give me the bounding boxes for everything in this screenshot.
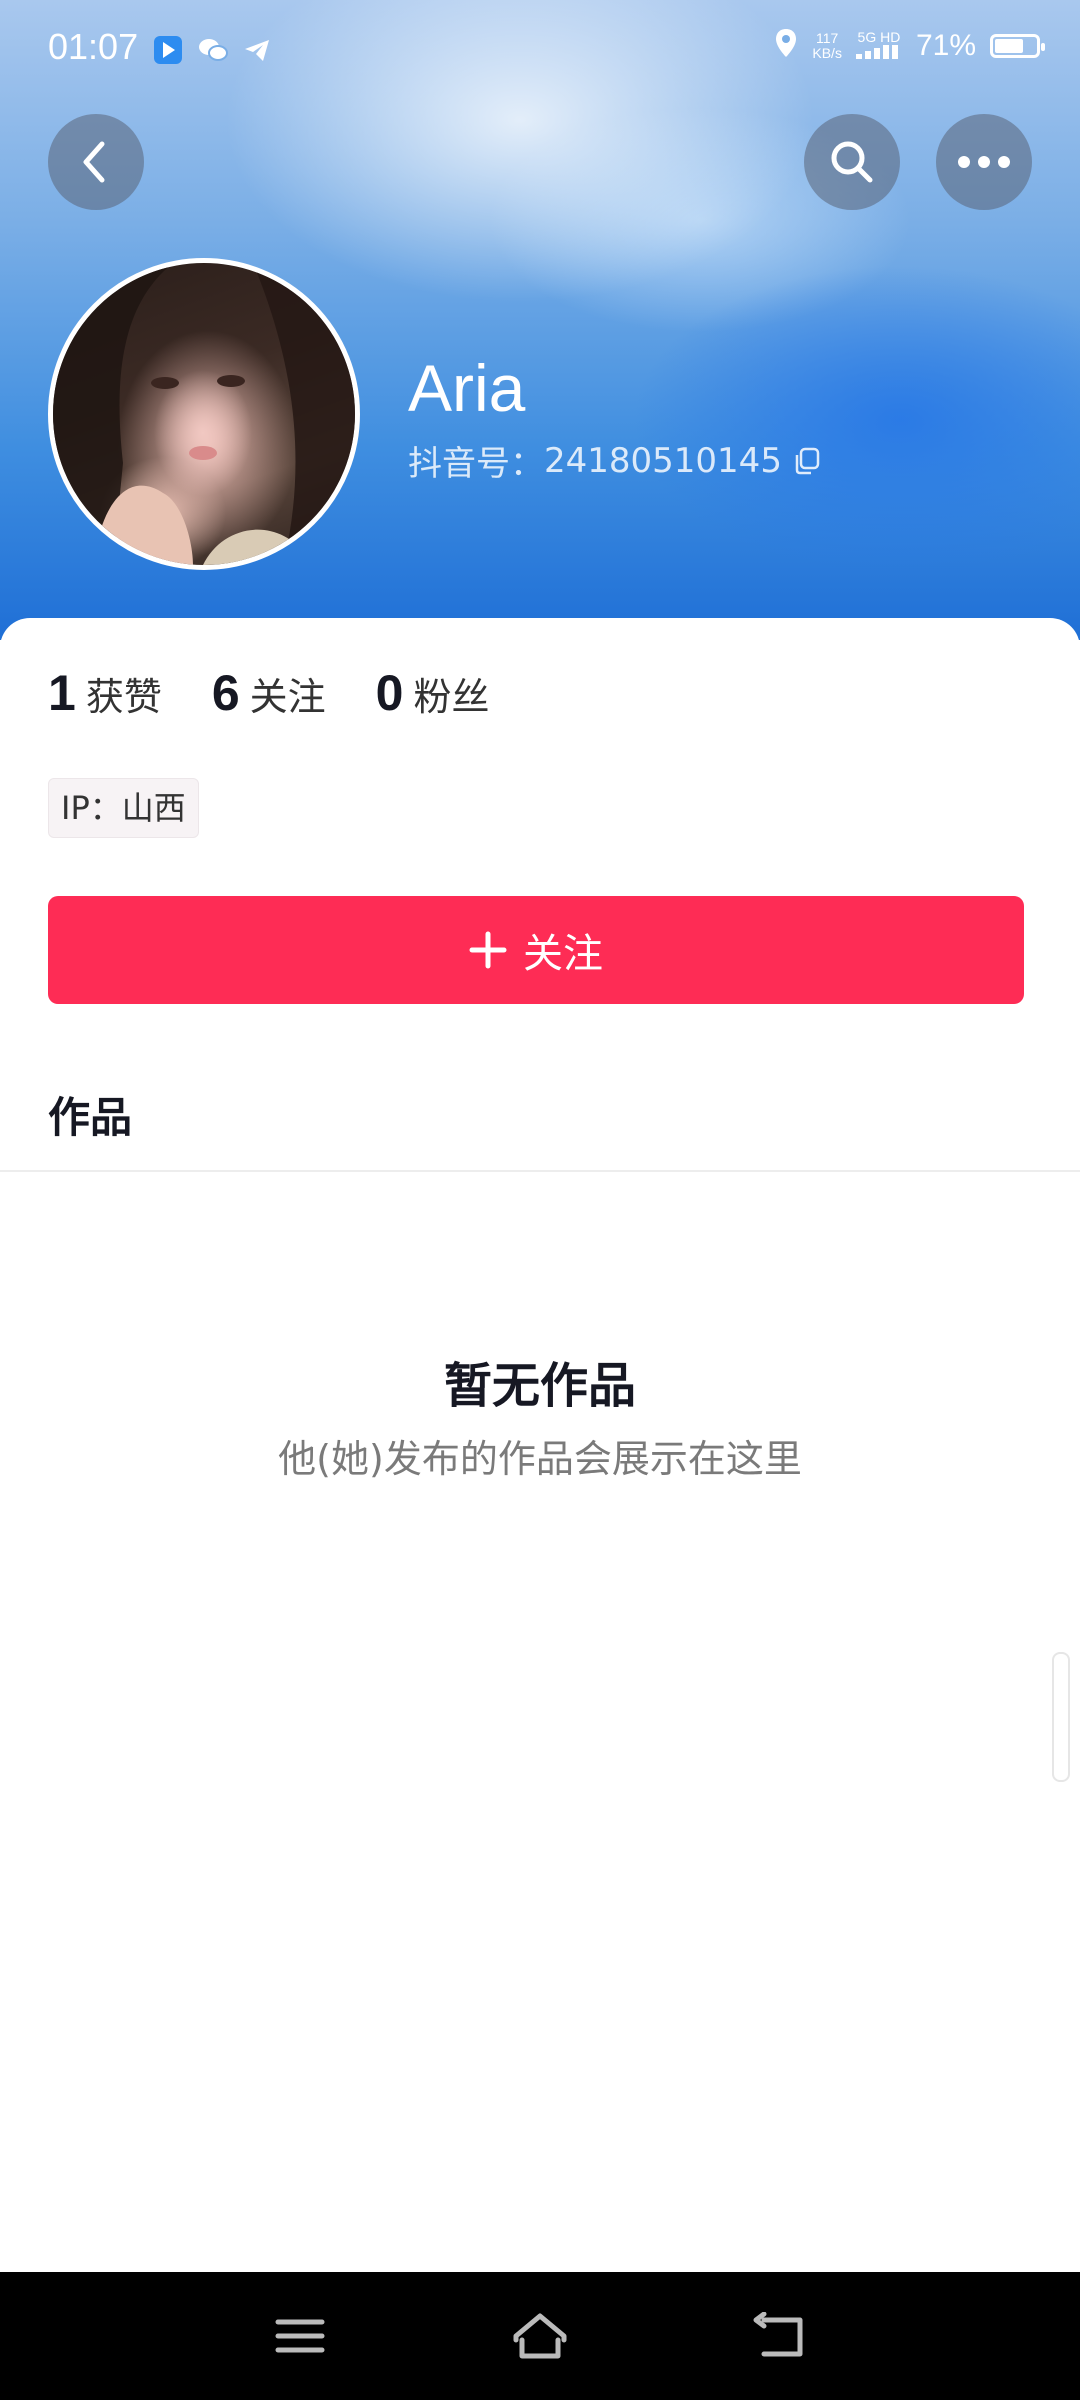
- stat-num: 0: [375, 665, 404, 721]
- back-nav-icon[interactable]: [750, 2312, 810, 2360]
- status-right: 117 KB/s 5G HD 71%: [774, 28, 1045, 63]
- stat-following[interactable]: 6 关注: [212, 664, 326, 722]
- tab-works[interactable]: 作品: [48, 1084, 132, 1145]
- follow-button[interactable]: 关注: [48, 896, 1024, 1004]
- avatar[interactable]: [48, 258, 360, 570]
- network-speed: 117 KB/s: [812, 29, 842, 61]
- status-time: 01:07: [48, 26, 139, 67]
- network-speed-value: 117: [816, 29, 839, 46]
- ip-location-tag: IP：山西: [48, 778, 199, 838]
- stat-label: 粉丝: [413, 675, 490, 719]
- avatar-photo: [53, 263, 355, 565]
- telegram-icon: [242, 36, 270, 64]
- scrollbar[interactable]: [1052, 1652, 1070, 1782]
- plus-icon: [469, 931, 507, 969]
- copy-icon[interactable]: [792, 446, 822, 476]
- profile-card: 1 获赞 6 关注 0 粉丝 IP：山西 关注 作品 暂无作品 他(她)发布的作…: [0, 618, 1080, 2272]
- stat-label: 关注: [249, 675, 326, 719]
- search-button[interactable]: [804, 114, 900, 210]
- battery-percent: 71%: [915, 28, 976, 62]
- follow-button-label: 关注: [523, 931, 603, 977]
- douyin-id-value[interactable]: 24180510145: [544, 441, 782, 481]
- douyin-id: 抖音号： 24180510145: [408, 436, 822, 485]
- douyin-id-label: 抖音号：: [408, 444, 544, 484]
- status-bar: 01:07 117 KB/s 5G HD 71%: [0, 0, 1080, 100]
- stat-label: 获赞: [85, 675, 162, 719]
- network-speed-unit: KB/s: [812, 44, 842, 61]
- signal-label: 5G HD: [857, 28, 901, 45]
- battery-icon: [990, 33, 1045, 58]
- home-icon[interactable]: [510, 2312, 570, 2360]
- signal-indicator: 5G HD: [855, 28, 902, 62]
- more-horizontal-icon: [958, 156, 1010, 168]
- search-icon: [831, 141, 873, 183]
- stat-likes[interactable]: 1 获赞: [48, 664, 162, 722]
- stat-followers[interactable]: 0 粉丝: [376, 664, 490, 722]
- profile-name: Aria: [408, 351, 526, 425]
- location-icon: [774, 28, 798, 63]
- back-button[interactable]: [48, 114, 144, 210]
- battery-fill: [995, 38, 1024, 53]
- empty-state-subtitle: 他(她)发布的作品会展示在这里: [278, 1437, 802, 1481]
- notification-app-icon: [154, 36, 182, 64]
- tab-divider: [0, 1170, 1080, 1172]
- profile-screen: 01:07 117 KB/s 5G HD 71% Aria 抖音号： 24180…: [0, 0, 1080, 2272]
- wechat-icon: [198, 36, 228, 64]
- stat-num: 6: [211, 665, 240, 721]
- system-nav-bar: [0, 2272, 1080, 2400]
- chevron-left-icon: [83, 141, 105, 183]
- stats-row: 1 获赞 6 关注 0 粉丝: [48, 664, 539, 722]
- signal-bars-icon: [855, 44, 898, 59]
- more-button[interactable]: [936, 114, 1032, 210]
- menu-icon[interactable]: [270, 2312, 330, 2360]
- stat-num: 1: [48, 665, 76, 721]
- empty-state-title: 暂无作品: [443, 1358, 636, 1414]
